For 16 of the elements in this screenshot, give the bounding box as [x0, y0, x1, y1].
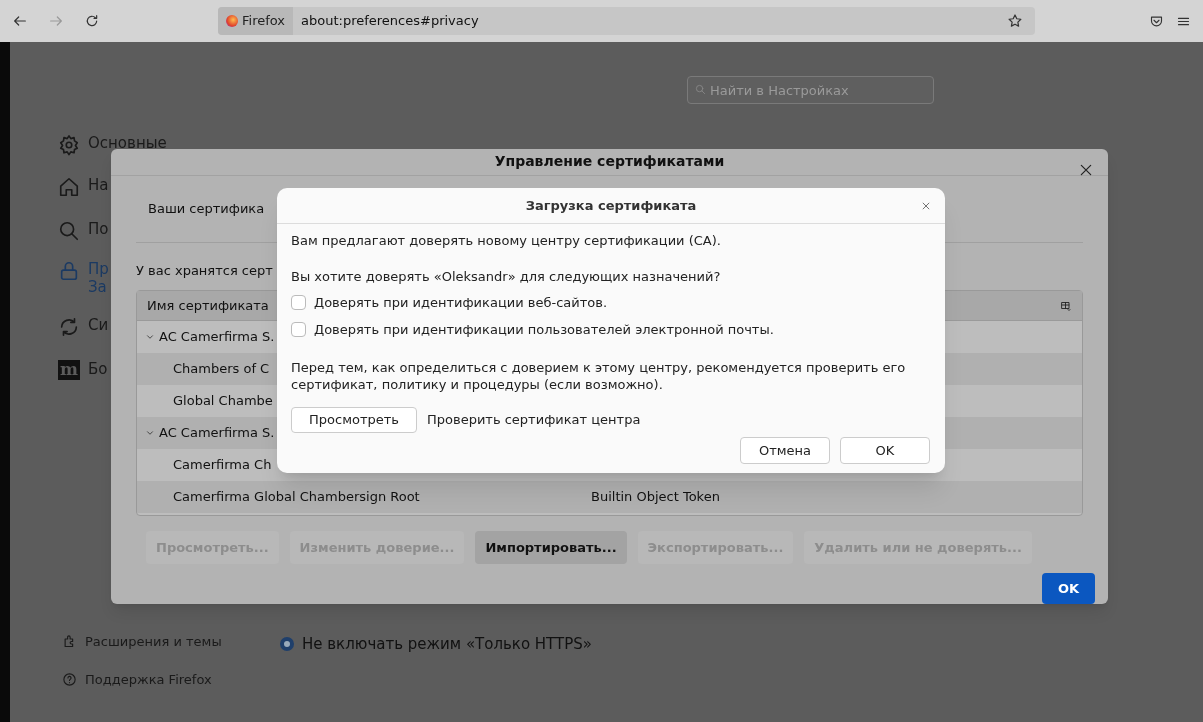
url-text: about:preferences#privacy	[301, 12, 480, 31]
advice-text: Перед тем, как определиться с доверием к этому центру, рекомендуется проверить его сертификат, политику и процедуры (если возможно).	[291, 359, 907, 393]
table-cell-text: Builtin Object Token	[591, 488, 720, 507]
table-cell-text: AC Camerfirma S.	[159, 328, 275, 347]
description-text: У вас хранятся серт	[136, 261, 273, 280]
intro-text: Вам предлагают доверять новому центру сертификации (CA).	[291, 232, 722, 250]
table-cell-text: AC Camerfirma S.	[159, 424, 275, 443]
table-cell-text: Chambers of C	[173, 360, 270, 379]
view-label: Проверить сертификат центра	[427, 411, 641, 430]
dialog-title: Загрузка сертификата	[525, 196, 697, 215]
dialog-title: Управление сертификатами	[494, 152, 725, 172]
table-cell-text: Global Chambe	[173, 392, 273, 411]
table-cell-text: Camerfirma Ch	[173, 456, 272, 475]
question-text: Вы хотите доверять «Oleksandr» для следующих назначений?	[291, 267, 722, 286]
m-logo-icon: m	[58, 360, 80, 380]
table-cell-text: Camerfirma Global Chambersign Root	[173, 488, 420, 507]
